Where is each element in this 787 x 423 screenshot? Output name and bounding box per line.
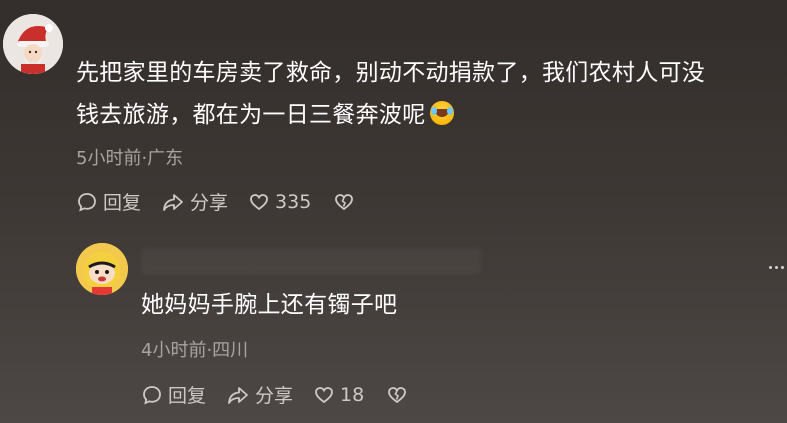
comment-actions: 回复 分享 335: [76, 188, 380, 215]
reply-comment-actions: 回复 分享 18: [141, 381, 433, 408]
comment-meta: 5小时前·广东: [76, 148, 184, 169]
share-button[interactable]: 分享: [226, 381, 293, 408]
reply-button[interactable]: 回复: [141, 381, 206, 408]
more-options-button[interactable]: [769, 262, 787, 272]
reply-label: 回复: [103, 192, 142, 214]
santa-avatar-icon: [3, 14, 63, 74]
share-label: 分享: [255, 385, 294, 407]
reply-button[interactable]: 回复: [76, 188, 141, 215]
reply-comment-text: 她妈妈手腕上还有镯子吧: [141, 292, 398, 318]
comment-bubble-icon: [78, 192, 96, 212]
reply-label: 回复: [168, 385, 207, 407]
reply-comment-meta: 4小时前·四川: [141, 340, 249, 361]
comment-text-continued: 钱去旅游，都在为一日三餐奔波呢: [76, 100, 454, 130]
share-button[interactable]: 分享: [161, 188, 228, 215]
like-count: 18: [340, 383, 365, 406]
share-arrow-icon: [163, 193, 183, 211]
heart-icon: [250, 193, 268, 210]
share-arrow-icon: [228, 386, 248, 404]
share-label: 分享: [190, 192, 229, 214]
like-button[interactable]: 335: [248, 191, 311, 213]
crying-laughing-emoji-icon: [429, 101, 454, 125]
heart-icon: [315, 386, 333, 403]
broken-heart-icon: [335, 193, 354, 210]
like-button[interactable]: 18: [313, 384, 364, 406]
comment-text-line2: 钱去旅游，都在为一日三餐奔波呢: [76, 102, 426, 128]
user-avatar[interactable]: [3, 14, 63, 74]
reply-user-avatar[interactable]: [76, 243, 128, 295]
dislike-button[interactable]: [333, 191, 360, 213]
comment-text: 先把家里的车房卖了救命，别动不动捐款了，我们农村人可没: [76, 60, 706, 86]
broken-heart-icon: [388, 386, 407, 403]
comment-bubble-icon: [143, 385, 161, 405]
cartoon-boy-avatar-icon: [76, 243, 128, 295]
like-count: 335: [275, 190, 312, 213]
blurred-username: [141, 248, 481, 274]
dislike-button[interactable]: [386, 384, 413, 406]
